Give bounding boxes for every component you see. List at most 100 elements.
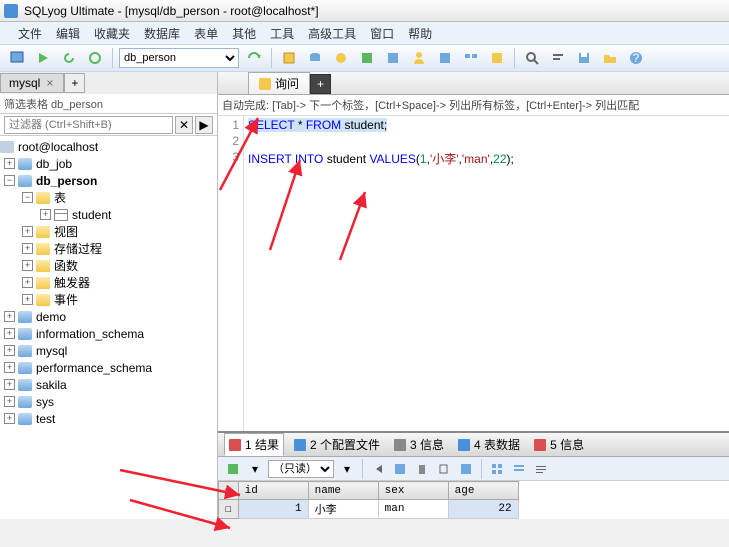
table-row[interactable]: ☐ 1 小李 man 22: [219, 500, 519, 519]
add-query-tab[interactable]: +: [310, 74, 331, 94]
new-connection-icon[interactable]: [6, 47, 28, 69]
view-form-icon[interactable]: [510, 460, 528, 478]
tree-db[interactable]: +information_schema: [0, 325, 217, 342]
menu-window[interactable]: 窗口: [370, 25, 394, 42]
tree-db[interactable]: +sakila: [0, 376, 217, 393]
window-title: SQLyog Ultimate - [mysql/db_person - roo…: [24, 4, 319, 18]
cell-name[interactable]: 小李: [308, 500, 378, 519]
save-icon[interactable]: [573, 47, 595, 69]
grid-icon: [229, 439, 241, 451]
first-icon[interactable]: [369, 460, 387, 478]
editor-panel: 询问 + 自动完成: [Tab]-> 下一个标签，[Ctrl+Space]-> …: [218, 72, 729, 519]
format-icon[interactable]: [547, 47, 569, 69]
tree-folder-tables[interactable]: −表: [0, 189, 217, 206]
menu-help[interactable]: 帮助: [408, 25, 432, 42]
menu-table[interactable]: 表单: [194, 25, 218, 42]
msg-icon: [534, 439, 546, 451]
add-connection-tab[interactable]: +: [64, 73, 85, 93]
tree-db[interactable]: +demo: [0, 308, 217, 325]
filter-clear-icon[interactable]: ✕: [175, 116, 193, 134]
edit-mode-select[interactable]: （只读）: [268, 460, 334, 478]
menu-advanced[interactable]: 高级工具: [308, 25, 356, 42]
delete-row-icon[interactable]: [413, 460, 431, 478]
export-icon[interactable]: [356, 47, 378, 69]
menu-favorites[interactable]: 收藏夹: [94, 25, 130, 42]
svg-text:?: ?: [633, 51, 640, 65]
result-tab-3[interactable]: 3 信息: [390, 434, 448, 455]
result-grid[interactable]: ☐ id name sex age ☐ 1 小李 man 22: [218, 481, 729, 519]
col-header-sex[interactable]: sex: [378, 482, 448, 500]
sync-icon[interactable]: [278, 47, 300, 69]
cell-age[interactable]: 22: [448, 500, 518, 519]
tree-folder-funcs[interactable]: +函数: [0, 257, 217, 274]
menu-file[interactable]: 文件: [18, 25, 42, 42]
result-tab-2[interactable]: 2 个配置文件: [290, 434, 384, 455]
sql-editor[interactable]: 123 SELECT * FROM student; INSERT INTO s…: [218, 116, 729, 431]
tree-folder-procs[interactable]: +存储过程: [0, 240, 217, 257]
cell-id[interactable]: 1: [238, 500, 308, 519]
result-tab-4[interactable]: 4 表数据: [454, 434, 524, 455]
filter-input[interactable]: [4, 116, 173, 134]
import-icon[interactable]: [382, 47, 404, 69]
autocomplete-hint: 自动完成: [Tab]-> 下一个标签，[Ctrl+Space]-> 列出所有标…: [218, 94, 729, 116]
dropdown-icon[interactable]: ▾: [338, 460, 356, 478]
refresh-icon[interactable]: [58, 47, 80, 69]
backup-icon[interactable]: [304, 47, 326, 69]
schedule-icon[interactable]: [330, 47, 352, 69]
history-icon[interactable]: [434, 47, 456, 69]
menu-tools[interactable]: 工具: [270, 25, 294, 42]
result-tab-5[interactable]: 5 信息: [530, 434, 588, 455]
user-icon[interactable]: [408, 47, 430, 69]
cell-sex[interactable]: man: [378, 500, 448, 519]
tree-db[interactable]: +mysql: [0, 342, 217, 359]
results-panel: 1 结果 2 个配置文件 3 信息 4 表数据 5 信息 ▾ （只读） ▾: [218, 431, 729, 519]
refresh-db-icon[interactable]: [84, 47, 106, 69]
col-header-id[interactable]: id: [238, 482, 308, 500]
database-select[interactable]: db_person: [119, 48, 239, 68]
help-icon[interactable]: ?: [625, 47, 647, 69]
close-tab-icon[interactable]: ×: [44, 76, 55, 90]
find-icon[interactable]: [521, 47, 543, 69]
schema-tree[interactable]: root@localhost +db_job −db_person −表 +st…: [0, 136, 217, 519]
menu-database[interactable]: 数据库: [144, 25, 180, 42]
col-header-age[interactable]: age: [448, 482, 518, 500]
data-icon: [458, 439, 470, 451]
export-result-icon[interactable]: [457, 460, 475, 478]
query-tab-icon: [259, 78, 271, 90]
copy-icon[interactable]: [435, 460, 453, 478]
query-builder-icon[interactable]: [460, 47, 482, 69]
tree-db[interactable]: +db_job: [0, 155, 217, 172]
schema-designer-icon[interactable]: [486, 47, 508, 69]
add-row-icon[interactable]: [224, 460, 242, 478]
dropdown-icon[interactable]: ▾: [246, 460, 264, 478]
result-tab-1[interactable]: 1 结果: [224, 433, 284, 456]
menu-other[interactable]: 其他: [232, 25, 256, 42]
menu-edit[interactable]: 编辑: [56, 25, 80, 42]
tree-root[interactable]: root@localhost: [0, 138, 217, 155]
tree-db[interactable]: +sys: [0, 393, 217, 410]
row-marker[interactable]: ☐: [219, 500, 239, 519]
query-tab[interactable]: 询问: [248, 72, 310, 94]
profile-icon: [294, 439, 306, 451]
info-icon: [394, 439, 406, 451]
save-result-icon[interactable]: [391, 460, 409, 478]
refresh-schema-icon[interactable]: [243, 47, 265, 69]
execute-icon[interactable]: [32, 47, 54, 69]
tree-db[interactable]: +performance_schema: [0, 359, 217, 376]
tree-table-student[interactable]: +student: [0, 206, 217, 223]
line-gutter: 123: [218, 116, 244, 431]
open-icon[interactable]: [599, 47, 621, 69]
app-logo-icon: [4, 4, 18, 18]
tree-folder-events[interactable]: +事件: [0, 291, 217, 308]
filter-apply-icon[interactable]: ▶: [195, 116, 213, 134]
view-text-icon[interactable]: [532, 460, 550, 478]
tree-folder-views[interactable]: +视图: [0, 223, 217, 240]
tree-folder-triggers[interactable]: +触发器: [0, 274, 217, 291]
toolbar-main: db_person ?: [0, 44, 729, 72]
view-grid-icon[interactable]: [488, 460, 506, 478]
connection-tab[interactable]: mysql ×: [0, 73, 64, 93]
tree-db-active[interactable]: −db_person: [0, 172, 217, 189]
tree-db[interactable]: +test: [0, 410, 217, 427]
row-marker-header[interactable]: ☐: [219, 482, 239, 500]
col-header-name[interactable]: name: [308, 482, 378, 500]
